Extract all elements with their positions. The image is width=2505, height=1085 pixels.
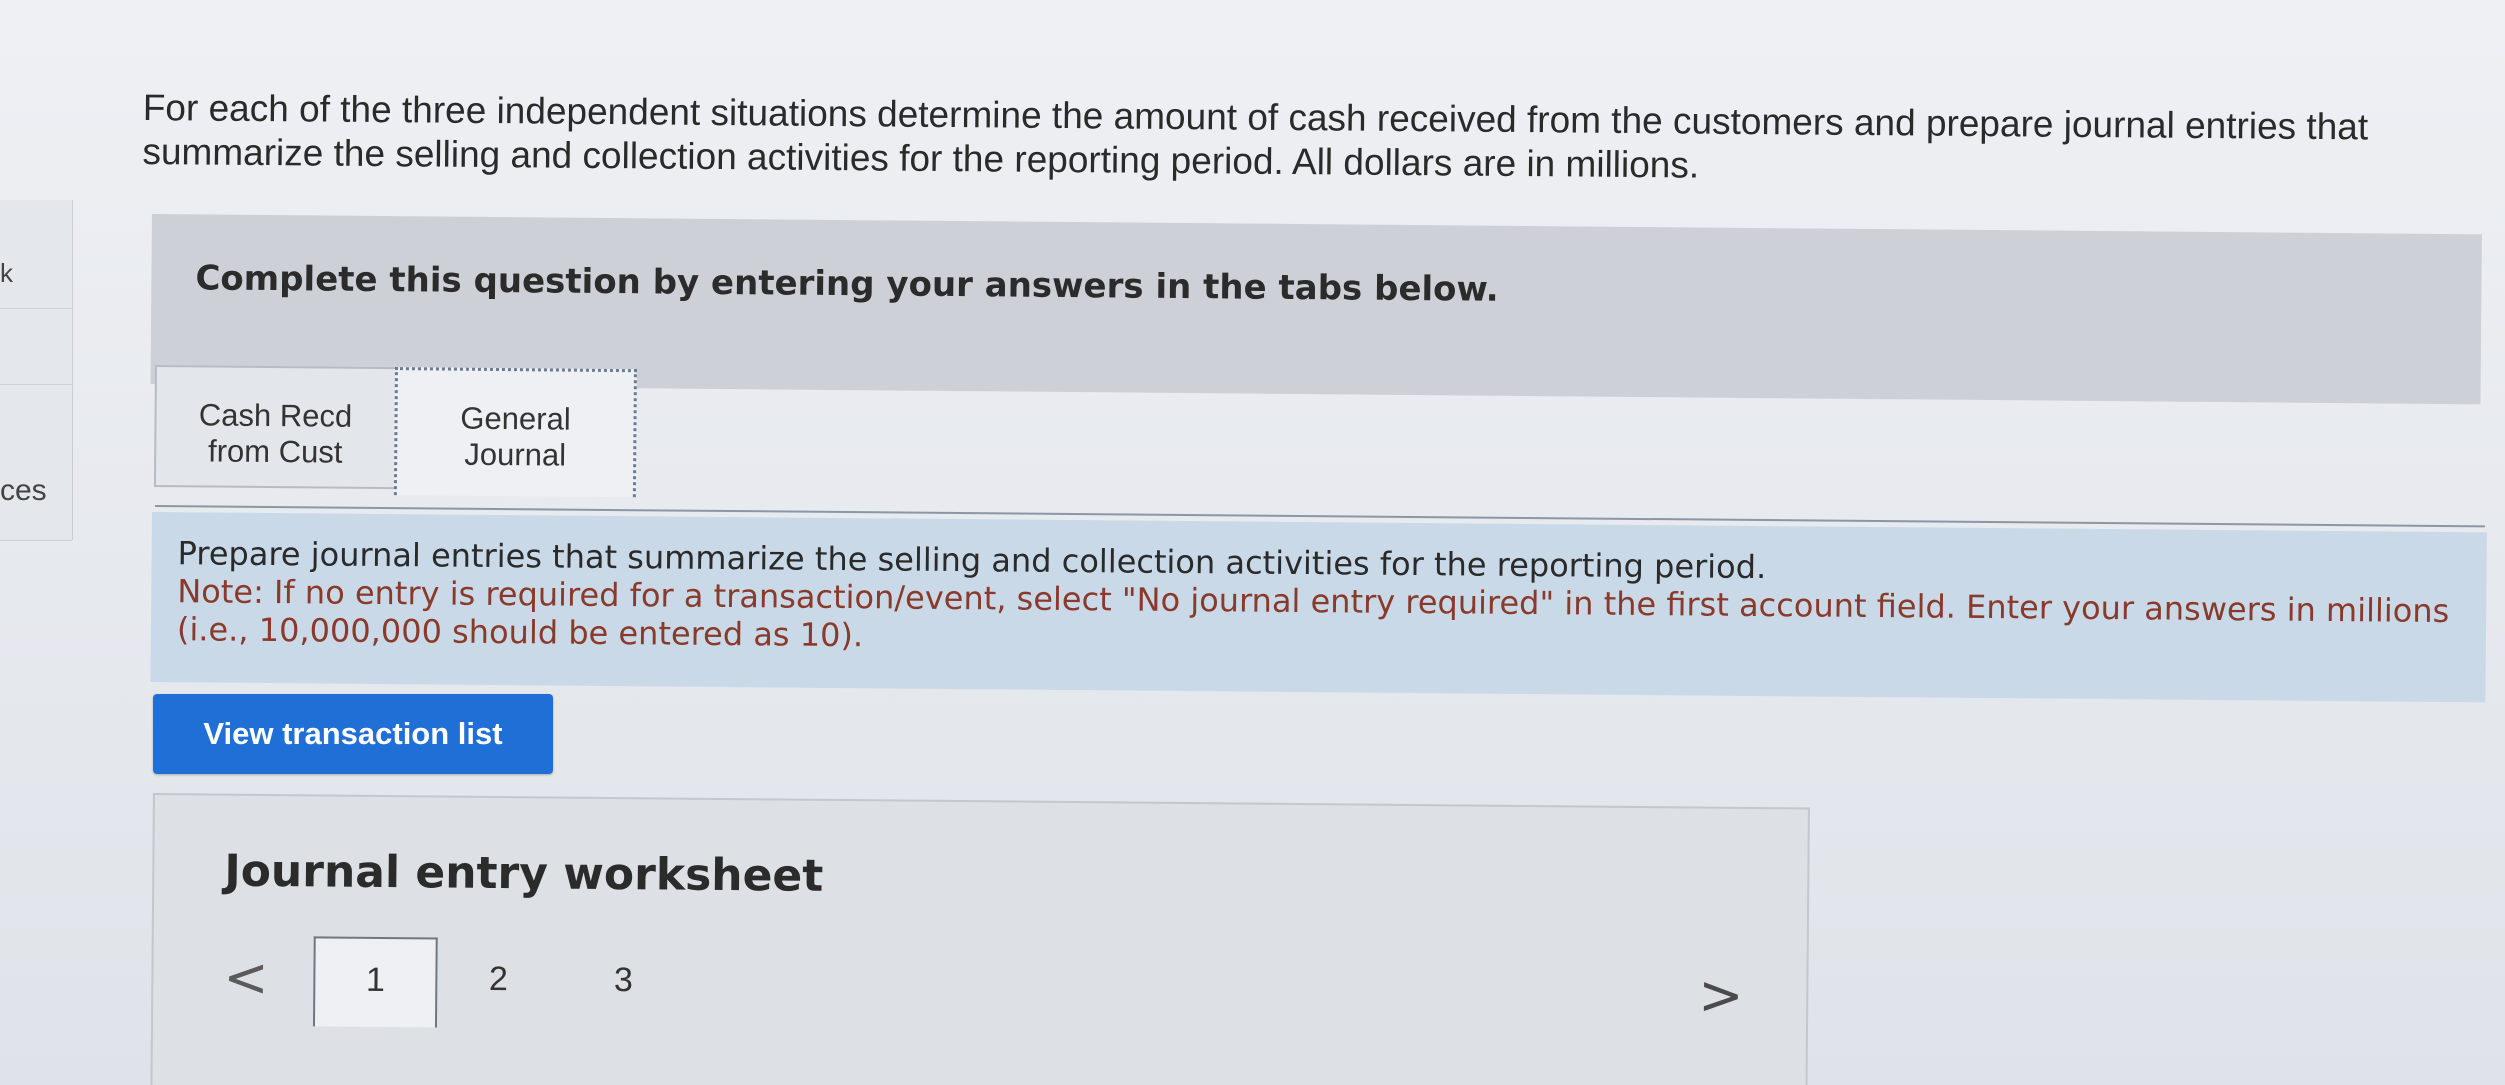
tab-label-line1: General [460,400,571,437]
view-transaction-list-button[interactable]: View transaction list [153,694,553,774]
tab-label-line2: Journal [464,436,567,473]
worksheet-page-2[interactable]: 2 [436,937,561,1028]
tab-label-line2: from Cust [207,433,343,470]
chevron-right-icon[interactable]: > [1698,963,1744,1026]
worksheet-page-1[interactable]: 1 [312,936,438,1028]
journal-entry-worksheet: Journal entry worksheet < 1 2 3 > [150,793,1810,1085]
tab-instructions: Prepare journal entries that summarize t… [150,512,2487,703]
chevron-left-icon[interactable]: < [223,946,269,1009]
page: k ces For each of the three independent … [0,0,2505,1085]
sidebar-cell[interactable] [0,384,72,541]
tab-label-line1: Cash Recd [198,397,353,434]
question-intro: For each of the three independent situat… [142,86,2369,186]
sidebar-fragment-label: ces [0,474,47,507]
sidebar-cell[interactable] [0,200,72,309]
worksheet-title: Journal entry worksheet [224,845,824,902]
worksheet-page-3[interactable]: 3 [561,939,686,1030]
tab-general-journal[interactable]: General Journal [393,367,637,498]
sidebar-cell[interactable] [0,308,72,385]
banner-text: Complete this question by entering your … [195,258,1499,310]
tab-cash-recd-from-cust[interactable]: Cash Recd from Cust [153,365,395,490]
sidebar-fragment-glyph: k [0,258,13,288]
answer-tabs: Cash Recd from Cust General Journal [153,365,637,498]
